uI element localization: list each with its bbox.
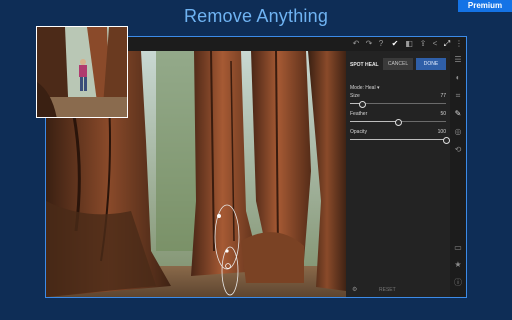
mode-dropdown[interactable]: Mode: Heal ▾ [350,85,379,91]
panel-footer: ⚙ RESET [346,283,450,297]
size-value: 77 [440,93,446,99]
compare-icon[interactable]: ◧ [404,39,414,49]
size-track[interactable] [350,100,446,108]
done-button[interactable]: DONE [416,58,446,70]
check-circle-icon[interactable]: ✔ [390,39,400,49]
feather-label: Feather [350,111,368,117]
size-thumb[interactable] [358,100,366,108]
cancel-button[interactable]: CANCEL [383,58,413,70]
undo-icon[interactable]: ↶ [351,39,361,49]
feather-value: 50 [440,111,446,117]
more-icon[interactable]: ⋮ [454,39,464,49]
export-icon[interactable]: ⇪ [418,39,428,49]
detail-icon[interactable]: ◎ [453,127,463,137]
before-thumbnail[interactable] [36,26,128,118]
top-toolbar: ↶ ↷ ? ✔ ◧ ⇪ < ⤢ ⋮ [346,37,466,51]
premium-badge[interactable]: Premium [458,0,512,12]
feather-slider[interactable]: Feather 50 [350,111,446,127]
mode-label: Mode: Heal [350,85,376,91]
headline: Remove Anything [183,6,329,26]
info-icon[interactable]: ⓘ [453,278,463,288]
opacity-value: 100 [437,129,446,135]
size-slider[interactable]: Size 77 [350,93,446,109]
star-icon[interactable]: ★ [453,260,463,270]
comment-icon[interactable]: ▭ [453,243,463,253]
size-label: Size [350,93,360,99]
healing-brush-icon[interactable]: ✎ [453,109,463,119]
opacity-track[interactable] [350,136,450,144]
share-icon[interactable]: < [430,39,440,49]
opacity-slider[interactable]: Opacity 100 [350,129,450,145]
color-icon[interactable]: ◐ [453,73,463,83]
history-icon[interactable]: ⟲ [453,145,463,155]
help-icon[interactable]: ? [376,39,386,49]
spot-heal-title: SPOT HEAL [350,62,379,68]
crop-icon[interactable]: ⌗ [453,91,463,101]
right-rail: ☰ ◐ ⌗ ✎ ◎ ⟲ ▭ ★ ⓘ [450,51,466,297]
spot-heal-panel: SPOT HEAL CANCEL DONE Mode: Heal ▾ Size … [346,51,450,297]
redo-icon[interactable]: ↷ [364,39,374,49]
feather-track[interactable] [350,118,446,126]
brush-settings-icon[interactable]: ⚙ [352,286,357,293]
feather-thumb[interactable] [394,118,402,126]
fullscreen-icon[interactable]: ⤢ [442,39,452,49]
opacity-label: Opacity [350,129,367,135]
reset-button[interactable]: RESET [379,287,396,293]
chevron-down-icon: ▾ [376,85,380,91]
presets-icon[interactable]: ☰ [453,55,463,65]
opacity-thumb[interactable] [442,136,450,144]
